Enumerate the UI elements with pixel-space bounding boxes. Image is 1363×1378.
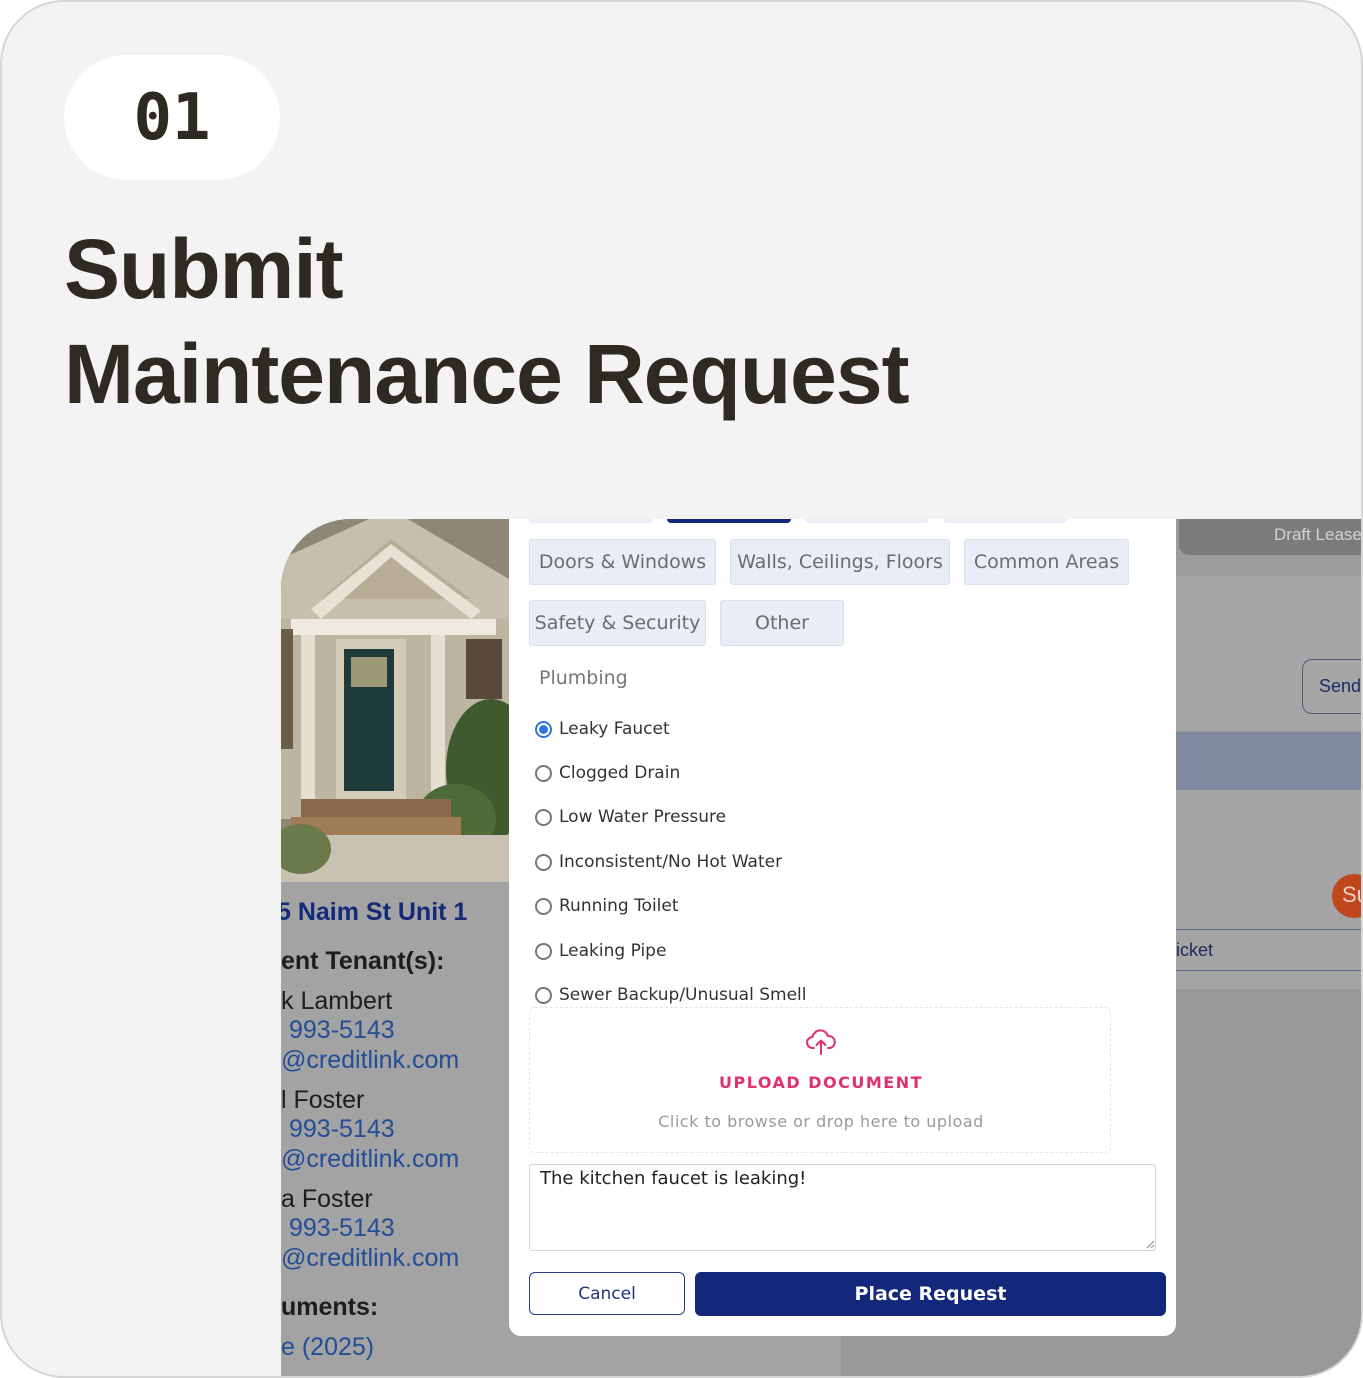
- right-panel-section: [1176, 989, 1361, 1376]
- title-line-1: Submit: [64, 222, 344, 316]
- option-low-water-pressure[interactable]: Low Water Pressure: [535, 804, 726, 830]
- page-title: Submit Maintenance Request: [64, 217, 910, 427]
- category-chip[interactable]: [943, 519, 1067, 523]
- category-safety-security[interactable]: Safety & Security: [529, 600, 706, 646]
- option-leaky-faucet[interactable]: Leaky Faucet: [535, 716, 670, 742]
- draft-lease-tab[interactable]: Draft Lease: [1179, 519, 1361, 555]
- issue-group-title: Plumbing: [539, 667, 628, 689]
- radio-button-selected[interactable]: [535, 720, 552, 738]
- option-no-hot-water[interactable]: Inconsistent/No Hot Water: [535, 849, 782, 875]
- tenant-email[interactable]: @creditlink.com: [281, 1244, 459, 1273]
- step-card: 01 Submit Maintenance Request 5 Naim St …: [0, 0, 1363, 1378]
- category-walls-ceilings-floors[interactable]: Walls, Ceilings, Floors: [730, 539, 950, 585]
- tenant-email[interactable]: @creditlink.com: [281, 1046, 459, 1075]
- category-other[interactable]: Other: [720, 600, 844, 646]
- option-leaking-pipe[interactable]: Leaking Pipe: [535, 938, 666, 964]
- option-label: Low Water Pressure: [559, 807, 727, 827]
- cloud-upload-icon: [806, 1029, 836, 1055]
- right-panel-header: [1176, 732, 1361, 790]
- radio-button[interactable]: [535, 853, 552, 871]
- step-number: 01: [64, 55, 280, 180]
- house-illustration: [281, 519, 509, 882]
- maintenance-request-modal: Doors & Windows Walls, Ceilings, Floors …: [509, 519, 1176, 1336]
- upload-hint: Click to browse or drop here to upload: [658, 1112, 984, 1131]
- tenant-name: a Foster: [281, 1185, 373, 1213]
- place-request-button[interactable]: Place Request: [695, 1272, 1166, 1316]
- radio-button[interactable]: [535, 942, 552, 960]
- tenant-phone[interactable]: 993-5143: [289, 1016, 395, 1045]
- ticket-row[interactable]: icket: [1176, 929, 1361, 971]
- property-photo: [281, 519, 509, 882]
- option-label: Leaking Pipe: [559, 941, 667, 961]
- option-running-toilet[interactable]: Running Toilet: [535, 893, 679, 919]
- radio-button[interactable]: [535, 897, 552, 915]
- description-textarea[interactable]: The kitchen faucet is leaking!: [529, 1164, 1156, 1251]
- cancel-button[interactable]: Cancel: [529, 1272, 685, 1315]
- upload-dropzone[interactable]: UPLOAD DOCUMENT Click to browse or drop …: [529, 1007, 1111, 1153]
- upload-title: UPLOAD DOCUMENT: [718, 1073, 924, 1092]
- tenant-name: k Lambert: [281, 987, 393, 1015]
- option-clogged-drain[interactable]: Clogged Drain: [535, 760, 680, 786]
- category-chip-selected[interactable]: [667, 519, 791, 523]
- radio-button[interactable]: [535, 808, 552, 826]
- option-sewer-backup[interactable]: Sewer Backup/Unusual Smell: [535, 982, 806, 1008]
- tenants-heading: ent Tenant(s):: [281, 947, 445, 975]
- option-label: Clogged Drain: [559, 763, 681, 783]
- tenant-phone[interactable]: 993-5143: [289, 1214, 395, 1243]
- title-line-2: Maintenance Request: [64, 327, 910, 421]
- option-label: Sewer Backup/Unusual Smell: [559, 985, 807, 1005]
- category-common-areas[interactable]: Common Areas: [964, 539, 1129, 585]
- app-screenshot: 5 Naim St Unit 1 ent Tenant(s): k Lamber…: [281, 519, 1361, 1376]
- category-chip[interactable]: [805, 519, 929, 523]
- tenant-email[interactable]: @creditlink.com: [281, 1145, 459, 1174]
- tenant-phone[interactable]: 993-5143: [289, 1115, 395, 1144]
- documents-heading: uments:: [281, 1293, 379, 1321]
- property-address: 5 Naim St Unit 1: [281, 898, 468, 926]
- option-label: Leaky Faucet: [559, 719, 670, 739]
- resize-handle-icon[interactable]: [1145, 1239, 1155, 1249]
- category-chip[interactable]: [529, 519, 653, 523]
- radio-button[interactable]: [535, 764, 552, 782]
- radio-button[interactable]: [535, 986, 552, 1004]
- tenant-name: l Foster: [281, 1086, 365, 1114]
- send-button[interactable]: Send: [1302, 659, 1361, 714]
- category-doors-windows[interactable]: Doors & Windows: [529, 539, 716, 585]
- option-label: Inconsistent/No Hot Water: [559, 852, 783, 872]
- document-link[interactable]: e (2025): [281, 1333, 374, 1362]
- option-label: Running Toilet: [559, 896, 679, 916]
